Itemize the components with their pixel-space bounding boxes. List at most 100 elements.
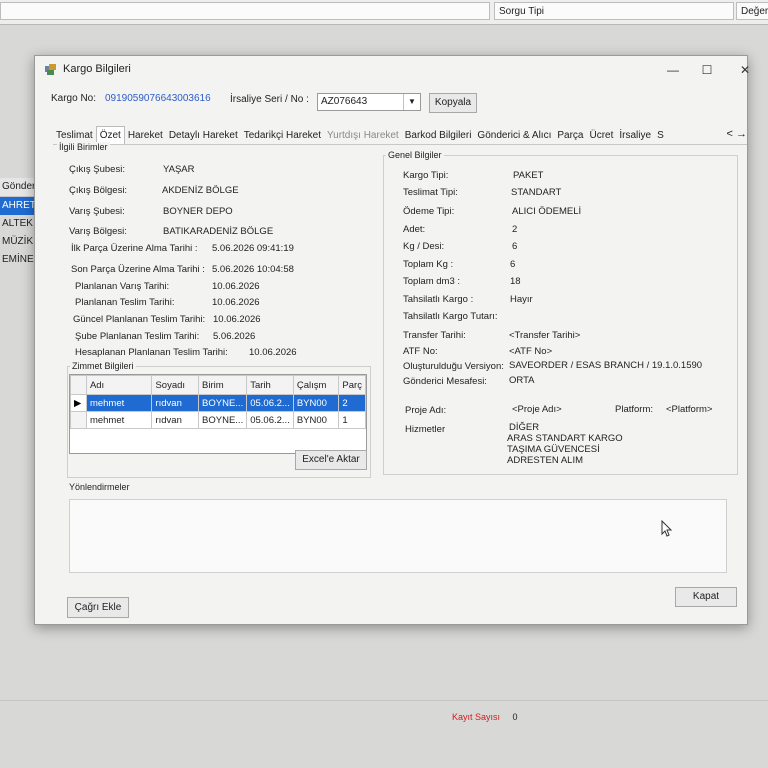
background-divider: [0, 700, 768, 701]
arrow-right-icon[interactable]: →: [736, 128, 747, 140]
olusturuldugu-versiyon-value: SAVEORDER / ESAS BRANCH / 19.1.0.1590: [509, 360, 703, 371]
planlanan-teslim-value: 10.06.2026: [212, 297, 260, 308]
chevron-down-icon[interactable]: ▼: [403, 94, 420, 110]
cell-adi: mehmet: [85, 394, 153, 412]
tab-detayli-hareket[interactable]: Detaylı Hareket: [166, 127, 241, 144]
odeme-tipi-label: Ödeme Tipi:: [403, 206, 455, 217]
kapat-button[interactable]: Kapat: [675, 587, 737, 607]
teslimat-tipi-label: Teslimat Tipi:: [403, 187, 458, 198]
cikis-bolgesi-label: Çıkış Bölgesi:: [69, 185, 128, 196]
tab-more[interactable]: S: [654, 127, 667, 144]
kargo-no-label: Kargo No:: [51, 93, 97, 104]
sube-planlanan-value: 5.06.2026: [213, 331, 256, 342]
cell-tarih: 05.06.2...: [246, 394, 294, 412]
odeme-tipi-value: ALICI ÖDEMELİ: [512, 206, 582, 217]
zimmet-grid[interactable]: Adı Soyadı Birim Tarih Çalışm Parç ▶ meh…: [69, 374, 367, 454]
chevron-left-icon[interactable]: <: [727, 128, 733, 140]
irsaliye-select[interactable]: AZ076643 ▼: [317, 93, 421, 111]
tab-ucret[interactable]: Ücret: [586, 127, 616, 144]
column-parca[interactable]: Parç: [338, 375, 366, 395]
irsaliye-label: İrsaliye Seri / No :: [230, 94, 309, 105]
tab-parca[interactable]: Parça: [554, 127, 586, 144]
maximize-button[interactable]: ☐: [697, 62, 717, 78]
varis-subesi-value: BOYNER DEPO: [163, 206, 233, 217]
proje-adi-value: <Proje Adı>: [512, 404, 562, 415]
cell-birim: BOYNE...: [198, 411, 248, 429]
kg-desi-label: Kg / Desi:: [403, 241, 445, 252]
row-indicator: [70, 411, 87, 429]
teslimat-tipi-value: STANDART: [511, 187, 562, 198]
hizmet-item: DİĞER: [509, 422, 540, 433]
tab-yurtdisi-hareket[interactable]: Yurtdışı Hareket: [324, 127, 402, 144]
hesaplanan-planlanan-value: 10.06.2026: [249, 347, 297, 358]
ilk-parca-value: 5.06.2026 09:41:19: [212, 243, 294, 254]
toplam-dm3-value: 18: [510, 276, 521, 287]
close-button[interactable]: ✕: [735, 62, 755, 78]
genel-bilgiler-title: Genel Bilgiler: [386, 150, 444, 160]
gonderici-mesafesi-value: ORTA: [509, 375, 535, 386]
deger-field[interactable]: Değer: [736, 2, 768, 20]
transfer-tarihi-value: <Transfer Tarihi>: [509, 330, 581, 341]
grid-header: Adı Soyadı Birim Tarih Çalışm Parç: [70, 375, 366, 395]
column-tarih[interactable]: Tarih: [246, 375, 294, 395]
guncel-planlanan-label: Güncel Planlanan Teslim Tarihi:: [73, 314, 206, 325]
toplam-kg-label: Toplam Kg :: [403, 259, 454, 270]
proje-adi-label: Proje Adı:: [405, 405, 447, 416]
tab-barkod-bilgileri[interactable]: Barkod Bilgileri: [402, 127, 475, 144]
record-count: Kayıt Sayısı 0: [452, 712, 518, 722]
cell-calisma: BYN00: [292, 394, 340, 412]
tab-irsaliye[interactable]: İrsaliye: [616, 127, 654, 144]
background-field[interactable]: [0, 2, 490, 20]
table-row[interactable]: mehmet rıdvan BOYNE... 05.06.2... BYN00 …: [70, 411, 366, 429]
adet-value: 2: [512, 224, 518, 235]
hizmet-item: ARAS STANDART KARGO: [507, 433, 623, 444]
kargo-bilgileri-dialog: Kargo Bilgileri — ☐ ✕ Kargo No: 09190590…: [34, 55, 750, 625]
irsaliye-value: AZ076643: [321, 96, 368, 107]
cikis-subesi-value: YAŞAR: [163, 164, 195, 175]
column-birim[interactable]: Birim: [198, 375, 248, 395]
tahsilatli-kargo-value: Hayır: [510, 294, 533, 305]
background-toolbar: Sorgu Tipi Değer: [0, 0, 768, 25]
hizmetler-label: Hizmetler: [405, 424, 446, 435]
cell-soyadi: rıdvan: [151, 394, 200, 412]
varis-bolgesi-value: BATIKARADENİZ BÖLGE: [163, 226, 274, 237]
window-title: Kargo Bilgileri: [63, 63, 131, 75]
ilgili-birimler-title: İlgili Birimler: [57, 142, 110, 152]
planlanan-varis-label: Planlanan Varış Tarihi:: [75, 281, 170, 292]
record-count-label: Kayıt Sayısı: [452, 712, 501, 722]
platform-label: Platform:: [615, 404, 654, 415]
atf-no-label: ATF No:: [403, 346, 438, 357]
cikis-subesi-label: Çıkış Şubesi:: [69, 164, 125, 175]
kopyala-button[interactable]: Kopyala: [429, 93, 477, 113]
adet-label: Adet:: [403, 224, 426, 235]
varis-bolgesi-label: Varış Bölgesi:: [69, 226, 127, 237]
cell-calisma: BYN00: [292, 411, 340, 429]
cagri-ekle-button[interactable]: Çağrı Ekle: [67, 597, 129, 618]
tab-scroll-arrows[interactable]: < →: [727, 128, 748, 140]
planlanan-varis-value: 10.06.2026: [212, 281, 260, 292]
guncel-planlanan-value: 10.06.2026: [213, 314, 261, 325]
yonlendirmeler-textarea[interactable]: [69, 499, 727, 573]
gonderici-mesafesi-label: Gönderici Mesafesi:: [403, 376, 487, 387]
tab-hareket[interactable]: Hareket: [125, 127, 166, 144]
platform-value: <Platform>: [666, 404, 713, 415]
excel-aktar-button[interactable]: Excel'e Aktar: [295, 450, 367, 470]
tab-tedarikci-hareket[interactable]: Tedarikçi Hareket: [241, 127, 324, 144]
cell-parca: 2: [338, 394, 366, 412]
sorgu-tipi-field[interactable]: Sorgu Tipi: [494, 2, 734, 20]
column-adi[interactable]: Adı: [85, 375, 153, 395]
olusturuldugu-versiyon-label: Oluşturulduğu Versiyon:: [403, 361, 504, 372]
kargo-no-value[interactable]: 0919059076643003616: [105, 93, 211, 104]
minimize-button[interactable]: —: [663, 62, 683, 78]
cell-tarih: 05.06.2...: [246, 411, 294, 429]
tahsilatli-kargo-label: Tahsilatlı Kargo :: [403, 294, 474, 305]
tab-gonderici-alici[interactable]: Gönderici & Alıcı: [474, 127, 554, 144]
column-soyadi[interactable]: Soyadı: [151, 375, 200, 395]
title-bar: Kargo Bilgileri — ☐ ✕: [35, 56, 750, 84]
mouse-cursor-icon: [661, 520, 673, 537]
column-calisma[interactable]: Çalışm: [292, 375, 340, 395]
row-indicator-header: [70, 375, 87, 395]
planlanan-teslim-label: Planlanan Teslim Tarihi:: [75, 297, 175, 308]
table-row[interactable]: ▶ mehmet rıdvan BOYNE... 05.06.2... BYN0…: [70, 394, 366, 412]
kg-desi-value: 6: [512, 241, 518, 252]
